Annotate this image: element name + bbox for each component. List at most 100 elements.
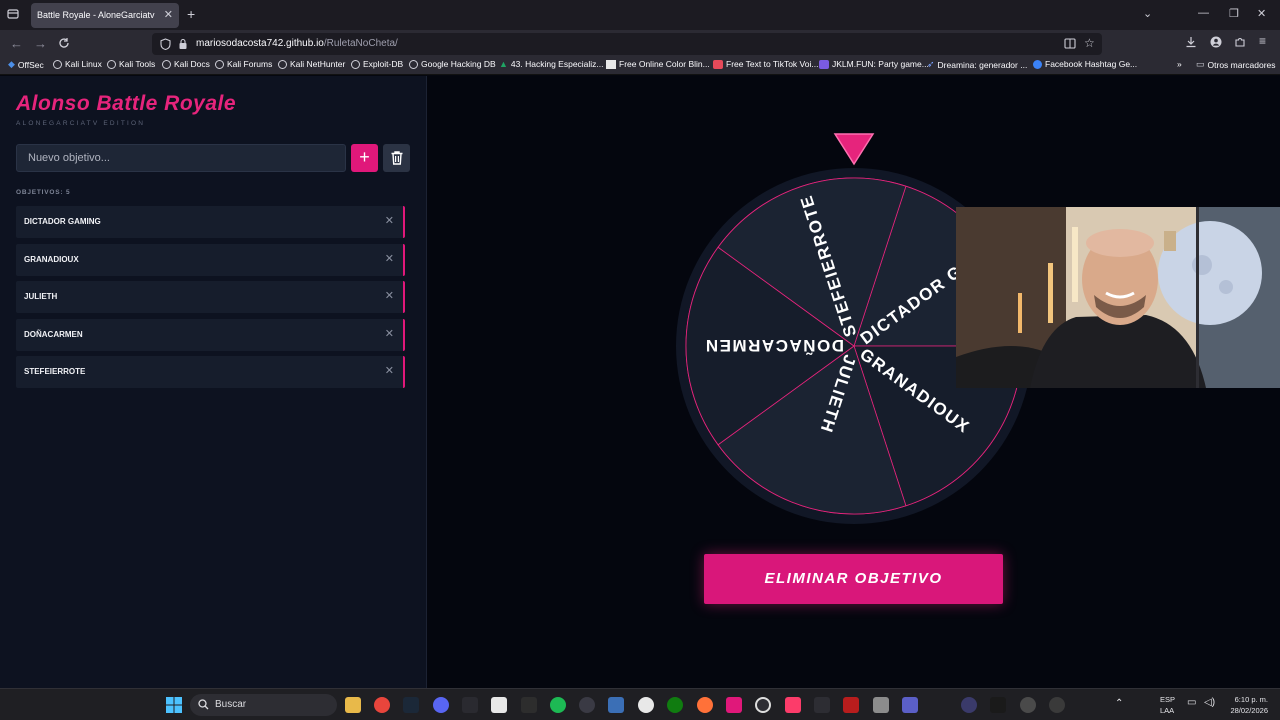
- volume-icon[interactable]: ◁): [1204, 697, 1215, 708]
- chrome-icon[interactable]: [374, 697, 390, 713]
- new-target-input[interactable]: [16, 144, 346, 172]
- app-subtitle: ALONEGARCIATV EDITION: [16, 120, 146, 127]
- webcam-feed-image: [956, 207, 1280, 388]
- 4k-downloader-icon[interactable]: [579, 697, 595, 713]
- bookmark-kali-linux[interactable]: Kali Linux: [53, 59, 102, 69]
- minimize-icon[interactable]: —: [1198, 7, 1209, 19]
- bookmark-dreamina[interactable]: ➶ Dreamina: generador ...: [927, 59, 1027, 70]
- downloads-icon[interactable]: [1185, 36, 1197, 48]
- firefox-icon[interactable]: [697, 697, 713, 713]
- targets-list: DICTADOR GAMING ✕ GRANADIOUX ✕ JULIETH ✕ DO…: [16, 206, 405, 394]
- reload-icon[interactable]: [58, 37, 70, 49]
- app-icon[interactable]: [814, 697, 830, 713]
- reader-view-icon[interactable]: [1064, 38, 1076, 49]
- remove-target-icon[interactable]: ✕: [385, 364, 394, 377]
- tiktok-icon[interactable]: [726, 697, 742, 713]
- bookmark-label: Google Hacking DB: [421, 59, 496, 69]
- browser-title-bar: Battle Royale - AloneGarciatv ✕ + ⌄ — ❐ …: [0, 0, 1280, 30]
- other-bookmarks-label: Otros marcadores: [1207, 59, 1276, 70]
- obs-icon[interactable]: [1020, 697, 1036, 713]
- search-icon: [198, 699, 209, 710]
- app-icon[interactable]: [462, 697, 478, 713]
- globe-icon: [278, 59, 287, 69]
- target-label: JULIETH: [24, 292, 58, 301]
- windows-start-icon[interactable]: [166, 697, 182, 713]
- windows-taskbar: Buscar ⌃ ESP LAA ▭ ◁) 6:10 p. m. 28/02/2…: [0, 688, 1280, 720]
- other-bookmarks[interactable]: ▭ Otros marcadores: [1196, 59, 1276, 70]
- bookmark-hacking-especializado[interactable]: ▲ 43. Hacking Especializ...: [499, 59, 604, 69]
- clock-time[interactable]: 6:10 p. m.: [1226, 695, 1268, 704]
- offsec-icon: ◆: [8, 59, 15, 69]
- target-item: JULIETH ✕: [16, 281, 405, 313]
- window-close-icon[interactable]: ✕: [1257, 7, 1266, 20]
- google-icon[interactable]: [638, 697, 654, 713]
- language-indicator[interactable]: ESP: [1160, 695, 1175, 704]
- bookmark-label: Kali Forums: [227, 59, 273, 69]
- app-icon[interactable]: [990, 697, 1006, 713]
- page-content: Alonso Battle Royale ALONEGARCIATV EDITI…: [0, 76, 1280, 688]
- taskbar-search[interactable]: Buscar: [190, 694, 337, 716]
- app-icon[interactable]: [608, 697, 624, 713]
- spotify-icon[interactable]: [550, 697, 566, 713]
- file-explorer-icon[interactable]: [345, 697, 361, 713]
- account-icon[interactable]: [1210, 36, 1222, 48]
- bookmarks-overflow-icon[interactable]: »: [1177, 59, 1182, 69]
- extensions-icon[interactable]: [1234, 36, 1246, 48]
- tab-list-icon[interactable]: [7, 8, 19, 20]
- clear-targets-button[interactable]: [383, 144, 410, 172]
- tray-overflow-icon[interactable]: ⌃: [1115, 698, 1123, 709]
- bookmark-google-hacking-db[interactable]: Google Hacking DB: [409, 59, 496, 69]
- back-icon[interactable]: ←: [10, 36, 23, 51]
- bookmark-jklm[interactable]: JKLM.FUN: Party game...: [819, 59, 929, 69]
- bookmark-tiktok-voice[interactable]: Free Text to TikTok Voi...: [713, 59, 818, 69]
- teams-icon[interactable]: [902, 697, 918, 713]
- tab-overflow-chevron-icon[interactable]: ⌄: [1143, 7, 1152, 20]
- forward-icon[interactable]: →: [34, 36, 47, 51]
- bookmark-kali-nethunter[interactable]: Kali NetHunter: [278, 59, 345, 69]
- browser-tab-active[interactable]: Battle Royale - AloneGarciatv ✕: [31, 3, 179, 28]
- globe-icon: [351, 59, 360, 69]
- bookmark-star-icon[interactable]: ☆: [1084, 36, 1095, 50]
- add-target-button[interactable]: +: [351, 144, 378, 172]
- bookmark-facebook-hashtag[interactable]: Facebook Hashtag Ge...: [1033, 59, 1137, 69]
- steam-icon[interactable]: [403, 697, 419, 713]
- wheel-pointer-icon: [833, 132, 875, 166]
- discord-icon[interactable]: [433, 697, 449, 713]
- bookmark-kali-forums[interactable]: Kali Forums: [215, 59, 272, 69]
- url-path: /RuletaNoCheta/: [323, 38, 398, 49]
- bookmark-label: 43. Hacking Especializ...: [510, 59, 604, 69]
- epic-games-icon[interactable]: [521, 697, 537, 713]
- url-host: mariosodacosta742.github.io: [196, 38, 324, 49]
- eliminate-target-button[interactable]: ELIMINAR OBJETIVO: [704, 554, 1003, 604]
- menu-icon[interactable]: ≡: [1259, 34, 1266, 48]
- globe-icon: [409, 59, 418, 69]
- site-info-icon[interactable]: [178, 38, 188, 50]
- maximize-icon[interactable]: ❐: [1229, 7, 1239, 20]
- app-icon[interactable]: [961, 697, 977, 713]
- app-icon[interactable]: [873, 697, 889, 713]
- remove-target-icon[interactable]: ✕: [385, 289, 394, 302]
- browser-navigation-bar: ← → mariosodacosta742.github.io/RuletaNo…: [0, 30, 1280, 57]
- bookmark-label: Dreamina: generador ...: [937, 59, 1028, 70]
- remove-target-icon[interactable]: ✕: [385, 214, 394, 227]
- bookmark-kali-docs[interactable]: Kali Docs: [162, 59, 210, 69]
- tab-close-icon[interactable]: ✕: [164, 8, 173, 21]
- app-icon[interactable]: [1049, 697, 1065, 713]
- bookmark-color-blind[interactable]: Free Online Color Blin...: [606, 59, 710, 69]
- shield-icon[interactable]: [160, 38, 171, 50]
- filezilla-icon[interactable]: [843, 697, 859, 713]
- bookmark-exploit-db[interactable]: Exploit-DB: [351, 59, 403, 69]
- music-icon[interactable]: [785, 697, 801, 713]
- xbox-icon[interactable]: [667, 697, 683, 713]
- remove-target-icon[interactable]: ✕: [385, 327, 394, 340]
- webcam-overlay: [956, 207, 1280, 388]
- network-icon[interactable]: ▭: [1187, 697, 1196, 708]
- bookmark-offsec[interactable]: ◆ OffSec: [8, 59, 44, 70]
- capcut-icon[interactable]: [491, 697, 507, 713]
- bookmark-kali-tools[interactable]: Kali Tools: [107, 59, 155, 69]
- app-icon[interactable]: [755, 697, 771, 713]
- remove-target-icon[interactable]: ✕: [385, 252, 394, 265]
- new-tab-icon[interactable]: +: [187, 6, 195, 22]
- address-bar[interactable]: mariosodacosta742.github.io/RuletaNoChet…: [152, 33, 1102, 55]
- trash-icon: [383, 150, 410, 166]
